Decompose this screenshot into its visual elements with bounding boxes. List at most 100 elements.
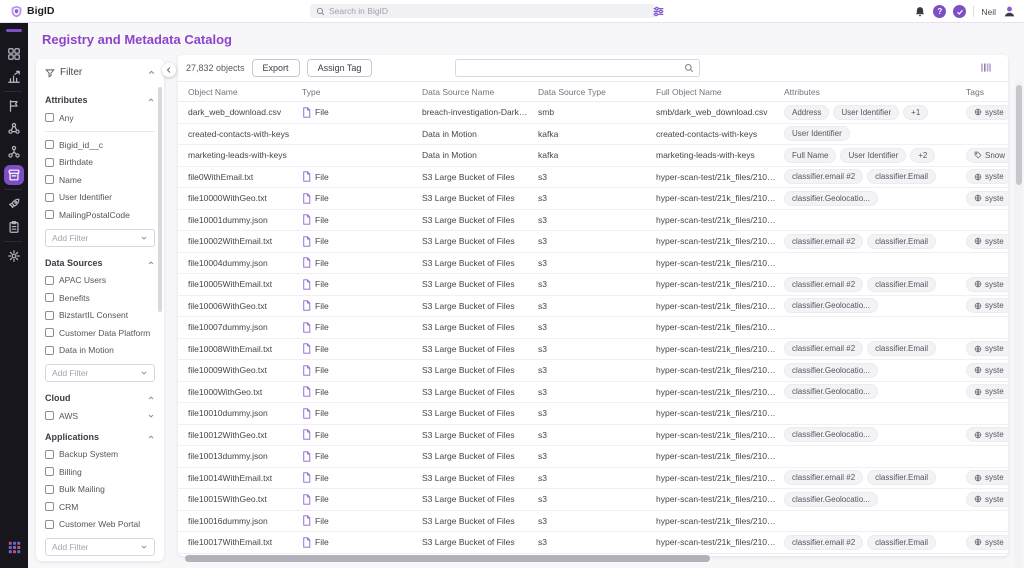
checkbox-icon[interactable] (45, 519, 54, 529)
table-row[interactable]: file10008WithEmail.txt File S3 Large Bucke… (178, 339, 1008, 360)
cell-object-name[interactable]: file10001dummy.json (188, 215, 302, 225)
checkbox-icon[interactable] (45, 345, 54, 355)
attribute-chip[interactable]: classifier.email #2 (784, 233, 864, 249)
table-row[interactable]: created-contacts-with-keys Data in Motion… (178, 124, 1008, 145)
tag-chip[interactable]: syste (966, 470, 1008, 486)
cell-object-name[interactable]: dark_web_download.csv (188, 107, 302, 117)
tag-chip[interactable]: syste (966, 104, 1008, 120)
attribute-chip[interactable]: classifier.Geolocatio... (784, 190, 878, 206)
table-row[interactable]: file1000WithGeo.txt File S3 Large Bucket o… (178, 382, 1008, 403)
sidebar-item-settings[interactable] (4, 246, 24, 266)
attribute-chip[interactable]: classifier.email #2 (784, 169, 864, 185)
table-row[interactable]: file10014WithEmail.txt File S3 Large Bucke… (178, 468, 1008, 489)
sidebar-item-reports[interactable] (4, 217, 24, 237)
filter-checkbox-bizstartil-consent[interactable]: BizstartIL Consent (45, 310, 155, 320)
column-header-tags[interactable]: Tags (966, 87, 1008, 97)
tag-chip[interactable]: syste (966, 384, 1008, 400)
filter-checkbox-apac-users[interactable]: APAC Users (45, 275, 155, 285)
sidebar-item-clusters[interactable] (4, 142, 24, 162)
column-settings-icon[interactable] (979, 61, 993, 74)
checkbox-icon[interactable] (45, 175, 54, 184)
assign-tag-button[interactable]: Assign Tag (306, 59, 373, 77)
attribute-chip[interactable]: classifier.Geolocatio... (784, 362, 878, 378)
tag-chip[interactable]: syste (966, 190, 1008, 206)
cell-object-name[interactable]: created-contacts-with-keys (188, 129, 302, 139)
add-filter-dropdown[interactable]: Add Filter (45, 228, 155, 247)
vertical-scrollbar[interactable] (1014, 80, 1023, 568)
tag-chip[interactable]: syste (966, 276, 1008, 292)
attribute-chip[interactable]: classifier.Geolocatio... (784, 384, 878, 400)
cell-object-name[interactable]: file10008WithEmail.txt (188, 344, 302, 354)
user-avatar-icon[interactable] (1003, 5, 1016, 18)
attribute-chip[interactable]: classifier.Email (867, 276, 937, 292)
table-row[interactable]: file10013dummy.json File S3 Large Bucket o… (178, 446, 1008, 468)
table-row[interactable]: file10007dummy.json File S3 Large Bucket o… (178, 317, 1008, 339)
global-search-input[interactable] (329, 6, 650, 16)
cell-object-name[interactable]: file10009WithGeo.txt (188, 365, 302, 375)
catalog-search[interactable] (455, 59, 700, 77)
cell-object-name[interactable]: file10007dummy.json (188, 322, 302, 332)
cell-object-name[interactable]: file10004dummy.json (188, 258, 302, 268)
filter-checkbox-customer-web-portal[interactable]: Customer Web Portal (45, 519, 155, 529)
sidebar-item-insights[interactable] (4, 67, 24, 87)
add-filter-dropdown[interactable]: Add Filter (45, 364, 155, 382)
filter-checkbox-bulk-mailing[interactable]: Bulk Mailing (45, 484, 155, 494)
cell-object-name[interactable]: file10010dummy.json (188, 408, 302, 418)
filter-checkbox-billing[interactable]: Billing (45, 467, 155, 477)
tasks-check-icon[interactable] (953, 5, 967, 18)
cell-object-name[interactable]: file10000WithGeo.txt (188, 193, 302, 203)
attribute-chip[interactable]: classifier.email #2 (784, 534, 864, 550)
global-search[interactable] (310, 4, 656, 18)
checkbox-icon[interactable] (45, 328, 54, 337)
cell-object-name[interactable]: file10013dummy.json (188, 451, 302, 461)
chevron-up-icon[interactable] (147, 433, 155, 441)
column-header-full-object-name[interactable]: Full Object Name (656, 87, 784, 97)
table-row[interactable]: marketing-leads-with-keys Data in Motion k… (178, 145, 1008, 167)
attribute-chip[interactable]: User Identifier (833, 104, 900, 120)
table-row[interactable]: file0WithEmail.txt File S3 Large Bucket of… (178, 167, 1008, 188)
cell-object-name[interactable]: file10002WithEmail.txt (188, 236, 302, 246)
attribute-chip[interactable]: classifier.Email (867, 341, 937, 357)
attribute-chip[interactable]: Full Name (784, 147, 837, 163)
filter-checkbox-data-in-motion[interactable]: Data in Motion (45, 345, 155, 355)
chevron-down-icon[interactable] (147, 412, 155, 420)
tag-chip[interactable]: syste (966, 491, 1008, 507)
filter-checkbox-bigid_id__c[interactable]: Bigid_id__c (45, 140, 155, 150)
checkbox-icon[interactable] (45, 467, 54, 476)
cell-object-name[interactable]: file0WithEmail.txt (188, 172, 302, 182)
filter-checkbox-aws[interactable]: AWS (45, 411, 155, 421)
table-row[interactable]: file10000WithGeo.txt File S3 Large Bucket … (178, 188, 1008, 210)
help-icon[interactable]: ? (933, 5, 947, 18)
filter-checkbox-backup-system[interactable]: Backup System (45, 449, 155, 459)
cell-object-name[interactable]: file10017WithEmail.txt (188, 537, 302, 547)
attribute-chip[interactable]: classifier.Email (867, 534, 937, 550)
column-header-type[interactable]: Type (302, 87, 422, 97)
table-row[interactable]: file10012WithGeo.txt File S3 Large Bucket … (178, 425, 1008, 446)
attribute-chip[interactable]: classifier.email #2 (784, 470, 864, 486)
vertical-scrollbar-thumb[interactable] (1015, 85, 1022, 185)
tag-chip[interactable]: syste (966, 534, 1008, 550)
filter-checkbox-crm[interactable]: CRM (45, 502, 155, 512)
checkbox-icon[interactable] (45, 411, 54, 420)
checkbox-icon[interactable] (45, 157, 54, 167)
sidebar-item-dashboard[interactable] (4, 44, 24, 64)
tag-chip[interactable]: syste (966, 298, 1008, 314)
table-row[interactable]: file10015WithGeo.txt File S3 Large Bucket … (178, 489, 1008, 511)
table-row[interactable]: file10004dummy.json File S3 Large Bucket o… (178, 253, 1008, 274)
tag-chip[interactable]: syste (966, 169, 1008, 185)
table-row[interactable]: file10017WithEmail.txt File S3 Large Bucke… (178, 532, 1008, 554)
cell-object-name[interactable]: file10005WithEmail.txt (188, 279, 302, 289)
collapse-filter-button[interactable] (162, 63, 176, 77)
attribute-chip[interactable]: classifier.Geolocatio... (784, 298, 878, 314)
checkbox-icon[interactable] (45, 293, 54, 302)
column-header-object-name[interactable]: Object Name (188, 87, 302, 97)
checkbox-icon[interactable] (45, 310, 54, 320)
attribute-chip[interactable]: classifier.email #2 (784, 276, 864, 292)
checkbox-icon[interactable] (45, 275, 54, 285)
cell-object-name[interactable]: file1000WithGeo.txt (188, 387, 302, 397)
cell-object-name[interactable]: file10014WithEmail.txt (188, 473, 302, 483)
notifications-bell-icon[interactable] (914, 6, 926, 18)
attribute-chip[interactable]: classifier.Email (867, 233, 937, 249)
search-filter-sliders-icon[interactable] (652, 5, 665, 18)
table-row[interactable]: file10006WithGeo.txt File S3 Large Bucket … (178, 296, 1008, 317)
